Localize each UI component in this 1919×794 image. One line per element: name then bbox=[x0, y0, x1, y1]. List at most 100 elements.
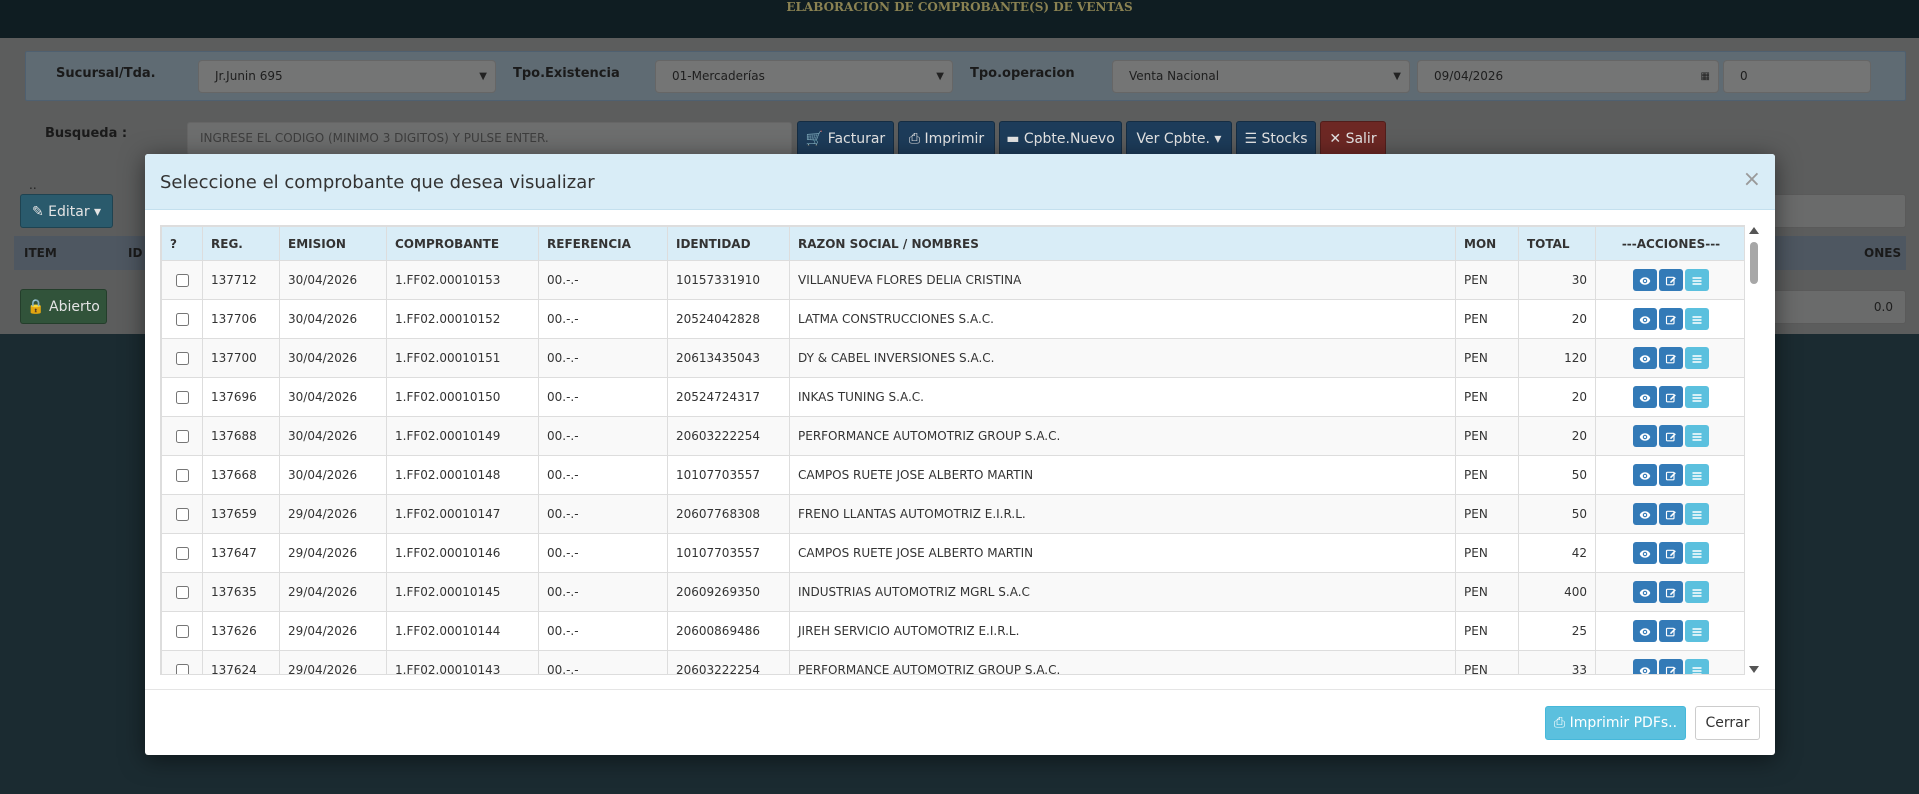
reg-cell: 137659 bbox=[202, 494, 280, 534]
row-checkbox[interactable] bbox=[175, 313, 189, 326]
print-pdfs-button[interactable]: ⎙ Imprimir PDFs.. bbox=[1545, 706, 1686, 740]
table-row[interactable]: 137696 30/04/2026 1.FF02.00010150 00.-.- 205… bbox=[161, 377, 1744, 417]
table-row[interactable]: 137647 29/04/2026 1.FF02.00010146 00.-.- 101… bbox=[161, 533, 1744, 573]
table-row[interactable]: 137706 30/04/2026 1.FF02.00010152 00.-.- 205… bbox=[161, 299, 1744, 339]
actions-cell bbox=[1595, 338, 1744, 378]
total-value: 0.0 bbox=[1760, 290, 1906, 324]
list-icon[interactable] bbox=[1685, 464, 1709, 486]
sucursal-select[interactable]: Jr.Junin 695 ▼ bbox=[198, 60, 496, 93]
filters-panel: Sucursal/Tda. Jr.Junin 695 ▼ Tpo.Existen… bbox=[25, 51, 1906, 101]
row-checkbox[interactable] bbox=[175, 664, 189, 674]
comprobante-cell: 1.FF02.00010150 bbox=[386, 377, 539, 417]
list-icon[interactable] bbox=[1685, 581, 1709, 603]
tpo-existencia-value: 01-Mercaderías bbox=[672, 69, 765, 83]
scroll-thumb[interactable] bbox=[1750, 242, 1758, 284]
scroll-up-icon[interactable] bbox=[1749, 227, 1759, 234]
reg-cell: 137696 bbox=[202, 377, 280, 417]
eye-icon[interactable] bbox=[1633, 308, 1657, 330]
list-icon[interactable] bbox=[1685, 542, 1709, 564]
tpo-existencia-select[interactable]: 01-Mercaderías ▼ bbox=[655, 60, 953, 93]
abierto-button[interactable]: 🔒 Abierto bbox=[20, 289, 107, 324]
cpbte-nuevo-button[interactable]: ▬ Cpbte.Nuevo bbox=[999, 121, 1122, 156]
scroll-down-icon[interactable] bbox=[1749, 666, 1759, 673]
list-icon[interactable] bbox=[1685, 347, 1709, 369]
row-checkbox[interactable] bbox=[175, 547, 189, 560]
razon-social-cell: LATMA CONSTRUCCIONES S.A.C. bbox=[789, 299, 1456, 339]
table-row[interactable]: 137635 29/04/2026 1.FF02.00010145 00.-.- 206… bbox=[161, 572, 1744, 612]
close-icon[interactable]: × bbox=[1743, 167, 1761, 192]
list-icon[interactable] bbox=[1685, 425, 1709, 447]
table-row[interactable]: 137624 29/04/2026 1.FF02.00010143 00.-.- 206… bbox=[161, 650, 1744, 674]
editar-dropdown[interactable]: ✎ Editar ▾ bbox=[20, 194, 113, 228]
edit-icon[interactable] bbox=[1659, 620, 1683, 642]
tpo-operacion-value: Venta Nacional bbox=[1129, 69, 1220, 83]
row-checkbox[interactable] bbox=[175, 352, 189, 365]
edit-icon[interactable] bbox=[1659, 347, 1683, 369]
referencia-cell: 00.-.- bbox=[538, 611, 668, 651]
edit-icon[interactable] bbox=[1659, 581, 1683, 603]
ver-cpbte-dropdown[interactable]: Ver Cpbte. ▾ bbox=[1126, 121, 1232, 156]
mon-cell: PEN bbox=[1455, 611, 1519, 651]
list-icon[interactable] bbox=[1685, 308, 1709, 330]
list-icon[interactable] bbox=[1685, 659, 1709, 674]
eye-icon[interactable] bbox=[1633, 581, 1657, 603]
identidad-cell: 20613435043 bbox=[667, 338, 790, 378]
lock-icon: 🔒 bbox=[27, 299, 45, 315]
eye-icon[interactable] bbox=[1633, 347, 1657, 369]
stocks-button[interactable]: ☰ Stocks bbox=[1236, 121, 1316, 156]
date-input[interactable]: 09/04/2026 ▦ bbox=[1417, 60, 1719, 93]
modal-title: Seleccione el comprobante que desea visu… bbox=[160, 172, 595, 193]
table-row[interactable]: 137712 30/04/2026 1.FF02.00010153 00.-.- 101… bbox=[161, 260, 1744, 300]
row-checkbox[interactable] bbox=[175, 586, 189, 599]
salir-button[interactable]: ✕ Salir bbox=[1320, 121, 1386, 156]
table-scrollbar[interactable] bbox=[1747, 225, 1761, 675]
table-row[interactable]: 137659 29/04/2026 1.FF02.00010147 00.-.- 206… bbox=[161, 494, 1744, 534]
col-reg: REG. bbox=[202, 226, 280, 261]
chevron-down-icon: ▼ bbox=[479, 71, 487, 82]
edit-icon[interactable] bbox=[1659, 542, 1683, 564]
imprimir-button[interactable]: ⎙ Imprimir bbox=[898, 121, 995, 156]
eye-icon[interactable] bbox=[1633, 425, 1657, 447]
cerrar-button[interactable]: Cerrar bbox=[1695, 706, 1760, 740]
table-row[interactable]: 137688 30/04/2026 1.FF02.00010149 00.-.- 206… bbox=[161, 416, 1744, 456]
row-checkbox[interactable] bbox=[175, 391, 189, 404]
referencia-cell: 00.-.- bbox=[538, 260, 668, 300]
reg-cell: 137688 bbox=[202, 416, 280, 456]
edit-icon[interactable] bbox=[1659, 659, 1683, 674]
edit-icon[interactable] bbox=[1659, 386, 1683, 408]
row-checkbox[interactable] bbox=[175, 430, 189, 443]
facturar-button[interactable]: 🛒 Facturar bbox=[797, 121, 894, 156]
list-icon[interactable] bbox=[1685, 503, 1709, 525]
background-input[interactable] bbox=[1760, 194, 1906, 228]
eye-icon[interactable] bbox=[1633, 620, 1657, 642]
table-row[interactable]: 137668 30/04/2026 1.FF02.00010148 00.-.- 101… bbox=[161, 455, 1744, 495]
total-cell: 30 bbox=[1518, 260, 1596, 300]
total-cell: 50 bbox=[1518, 494, 1596, 534]
identidad-cell: 20609269350 bbox=[667, 572, 790, 612]
row-checkbox[interactable] bbox=[175, 469, 189, 482]
number-input[interactable]: 0 bbox=[1723, 60, 1871, 93]
eye-icon[interactable] bbox=[1633, 386, 1657, 408]
mon-cell: PEN bbox=[1455, 455, 1519, 495]
edit-icon[interactable] bbox=[1659, 308, 1683, 330]
row-checkbox[interactable] bbox=[175, 508, 189, 521]
edit-icon[interactable] bbox=[1659, 269, 1683, 291]
edit-icon[interactable] bbox=[1659, 425, 1683, 447]
eye-icon[interactable] bbox=[1633, 269, 1657, 291]
eye-icon[interactable] bbox=[1633, 542, 1657, 564]
list-icon[interactable] bbox=[1685, 386, 1709, 408]
search-input[interactable]: INGRESE EL CODIGO (MINIMO 3 DIGITOS) Y P… bbox=[187, 122, 792, 155]
row-checkbox[interactable] bbox=[175, 625, 189, 638]
table-row[interactable]: 137626 29/04/2026 1.FF02.00010144 00.-.- 206… bbox=[161, 611, 1744, 651]
row-checkbox[interactable] bbox=[175, 274, 189, 287]
list-icon[interactable] bbox=[1685, 269, 1709, 291]
razon-social-cell: PERFORMANCE AUTOMOTRIZ GROUP S.A.C. bbox=[789, 650, 1456, 674]
edit-icon[interactable] bbox=[1659, 503, 1683, 525]
tpo-operacion-select[interactable]: Venta Nacional ▼ bbox=[1112, 60, 1410, 93]
eye-icon[interactable] bbox=[1633, 464, 1657, 486]
table-row[interactable]: 137700 30/04/2026 1.FF02.00010151 00.-.- 206… bbox=[161, 338, 1744, 378]
edit-icon[interactable] bbox=[1659, 464, 1683, 486]
list-icon[interactable] bbox=[1685, 620, 1709, 642]
eye-icon[interactable] bbox=[1633, 503, 1657, 525]
eye-icon[interactable] bbox=[1633, 659, 1657, 674]
